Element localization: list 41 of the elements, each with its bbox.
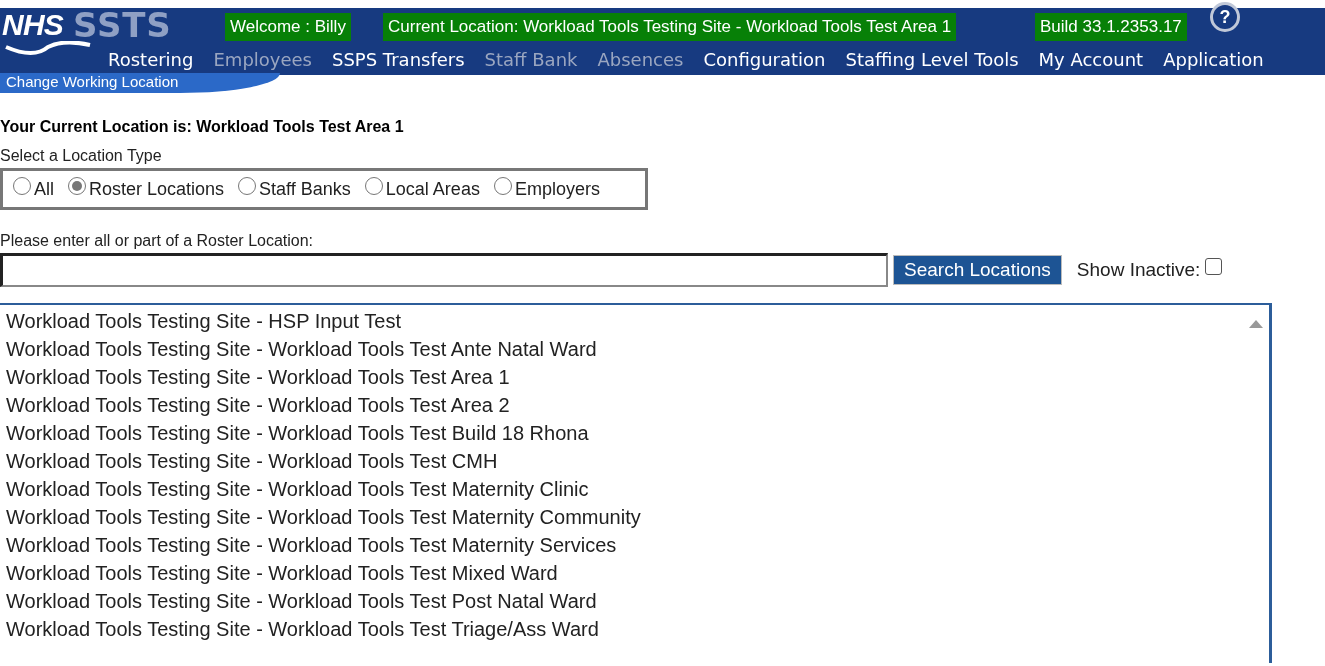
location-option[interactable]: Workload Tools Testing Site - Workload Tools Test Maternity Community bbox=[6, 503, 641, 531]
current-location-badge: Current Location: Workload Tools Testing Site - Workload Tools Test Area 1 bbox=[383, 13, 957, 41]
show-inactive-label: Show Inactive: bbox=[1076, 257, 1201, 282]
radio-label: Employers bbox=[514, 177, 600, 201]
radio-label: Staff Banks bbox=[259, 177, 351, 201]
scroll-up-icon[interactable] bbox=[1248, 319, 1264, 329]
help-icon[interactable]: ? bbox=[1210, 2, 1240, 32]
radio-label: Local Areas bbox=[385, 177, 480, 201]
location-type-label: Select a Location Type bbox=[0, 146, 163, 166]
nav-link[interactable]: Rostering bbox=[108, 47, 194, 73]
location-option[interactable]: Workload Tools Testing Site - Workload Tools Test Build 18 Rhona bbox=[6, 419, 589, 447]
nav-link[interactable]: SSPS Transfers bbox=[332, 47, 465, 73]
build-badge: Build 33.1.2353.17 bbox=[1035, 13, 1187, 41]
location-option[interactable]: Workload Tools Testing Site - Workload Tools Test Area 2 bbox=[6, 391, 510, 419]
location-option[interactable]: Workload Tools Testing Site - Workload Tools Test Ante Natal Ward bbox=[6, 335, 597, 363]
radio-button[interactable] bbox=[13, 177, 31, 195]
nav-link[interactable]: My Account bbox=[1038, 47, 1144, 73]
location-option[interactable]: Workload Tools Testing Site - Workload Tools Test CMH bbox=[6, 447, 498, 475]
location-option[interactable]: Workload Tools Testing Site - Workload Tools Test Maternity Services bbox=[6, 531, 617, 559]
product-name: SSTS bbox=[73, 8, 172, 42]
welcome-badge: Welcome : Billy bbox=[225, 13, 351, 41]
location-option[interactable]: Workload Tools Testing Site - HSP Input Test bbox=[6, 307, 402, 335]
radio-button[interactable] bbox=[238, 177, 257, 195]
logo-text: NHS bbox=[2, 8, 64, 42]
radio-label: Roster Locations bbox=[89, 177, 225, 201]
nav-link[interactable]: Configuration bbox=[703, 47, 826, 73]
location-option[interactable]: Workload Tools Testing Site - Workload Tools Test Mixed Ward bbox=[6, 559, 558, 587]
location-option[interactable]: Workload Tools Testing Site - Workload Tools Test Triage/Ass Ward bbox=[6, 615, 599, 643]
current-location-heading: Your Current Location is: Workload Tools Test Area 1 bbox=[0, 117, 405, 137]
location-option[interactable]: Workload Tools Testing Site - Workload Tools Test Post Natal Ward bbox=[6, 587, 597, 615]
location-search-field[interactable] bbox=[0, 253, 888, 287]
location-option[interactable]: Workload Tools Testing Site - Workload Tools Test Maternity Clinic bbox=[6, 475, 589, 503]
radio-button[interactable] bbox=[364, 177, 383, 195]
search-label: Please enter all or part of a Roster Location: bbox=[0, 231, 315, 251]
radio-label: All bbox=[34, 177, 54, 201]
radio-button[interactable] bbox=[493, 177, 512, 195]
nav-link[interactable]: Application bbox=[1163, 47, 1264, 73]
search-locations-button[interactable]: Search Locations bbox=[893, 255, 1062, 285]
nav-link[interactable]: Staffing Level Tools bbox=[845, 47, 1019, 73]
location-option[interactable]: Workload Tools Testing Site - Workload Tools Test Area 1 bbox=[6, 363, 510, 391]
radio-button[interactable] bbox=[68, 177, 86, 195]
